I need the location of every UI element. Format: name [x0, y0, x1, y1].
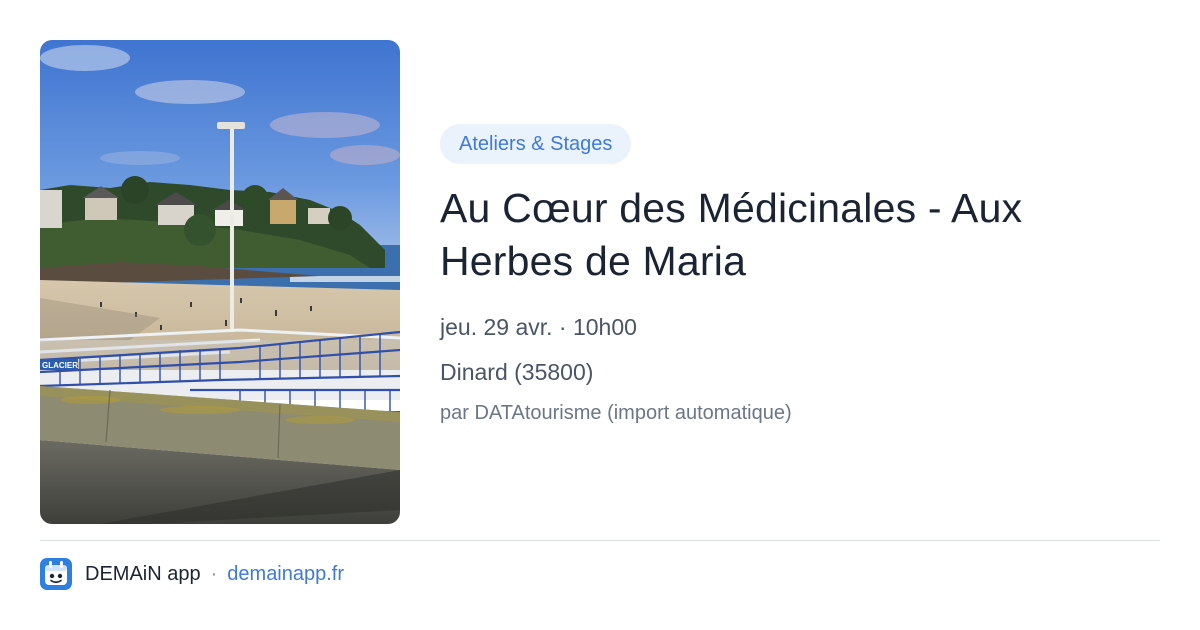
event-date: jeu. 29 avr. · 10h00: [440, 314, 637, 340]
app-name: DEMAiN app: [85, 562, 201, 585]
app-url-link[interactable]: demainapp.fr: [227, 563, 344, 586]
glacier-sign-text: GLACIER: [42, 361, 78, 370]
event-title[interactable]: Au Cœur des Médicinales - Aux Herbes de …: [440, 182, 1140, 288]
event-share-card: GLACIER Ateliers & Stages Au Cœur des Mé…: [0, 0, 1200, 630]
event-info: Ateliers & Stages Au Cœur des Médicinale…: [440, 124, 1160, 427]
footer: DEMAiN app · demainapp.fr: [40, 556, 344, 592]
event-photo: GLACIER: [40, 40, 400, 524]
footer-separator: ·: [210, 562, 218, 585]
event-author: par DATAtourisme (import automatique): [440, 402, 792, 424]
event-location: Dinard (35800): [440, 359, 594, 385]
category-tag[interactable]: Ateliers & Stages: [440, 124, 632, 164]
demain-app-icon[interactable]: [40, 558, 72, 590]
beach-photo-image: GLACIER: [40, 40, 400, 524]
footer-divider: [40, 540, 1160, 541]
